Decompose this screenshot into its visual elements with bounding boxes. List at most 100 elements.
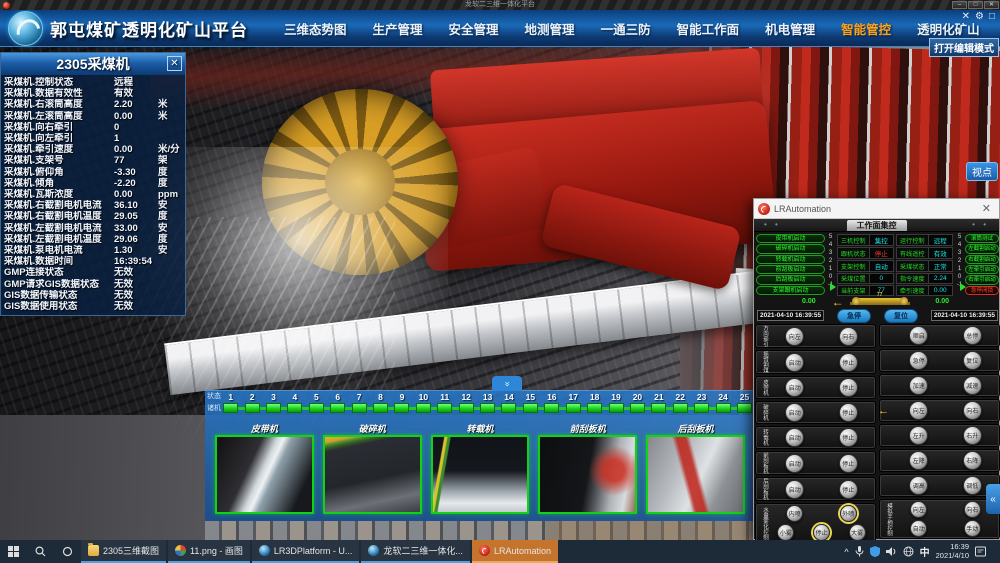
nav-item[interactable]: 一通三防 xyxy=(601,19,651,38)
channel-cell[interactable]: 16 xyxy=(541,392,562,413)
channel-cell[interactable]: 22 xyxy=(670,392,691,413)
device-start-button[interactable]: 后刮板启动 xyxy=(756,275,825,284)
channel-cell[interactable]: 3 xyxy=(263,392,284,413)
device-start-button[interactable]: 破碎机启动 xyxy=(756,244,825,253)
nav-item[interactable]: 智能工作面 xyxy=(677,19,740,38)
control-button[interactable]: 右升 xyxy=(963,426,982,445)
panel-collapse-tab[interactable]: « xyxy=(986,484,1000,514)
open-edit-mode-button[interactable]: 打开编辑模式 xyxy=(929,38,999,57)
control-button[interactable]: 左升 xyxy=(909,426,928,445)
control-button[interactable]: 小雾 xyxy=(777,524,794,541)
channel-cell[interactable]: 11 xyxy=(434,392,455,413)
network-globe-icon[interactable] xyxy=(903,546,914,557)
lr-close-icon[interactable]: ✕ xyxy=(978,202,995,215)
nav-item[interactable]: 三维态势图 xyxy=(284,19,347,38)
cutter-control-button[interactable]: 左牵引启动 xyxy=(965,265,999,274)
toolbar-icon[interactable]: ⚙ xyxy=(975,12,984,22)
control-button[interactable]: 外喷 xyxy=(840,505,857,522)
channel-cell[interactable]: 1 xyxy=(220,392,241,413)
channel-cell[interactable]: 7 xyxy=(348,392,369,413)
cutter-control-button[interactable]: 急停闭锁 xyxy=(965,286,999,295)
control-button[interactable]: 向左 xyxy=(910,501,927,518)
speaker-icon[interactable] xyxy=(886,546,897,557)
control-button[interactable]: 向右 xyxy=(963,401,982,420)
control-button[interactable]: 加速 xyxy=(909,376,928,395)
control-button[interactable]: 停止 xyxy=(839,428,858,447)
channel-cell[interactable]: 4 xyxy=(284,392,305,413)
control-button[interactable]: 减速 xyxy=(963,376,982,395)
control-button[interactable]: 左降 xyxy=(909,451,928,470)
control-button[interactable]: 调低 xyxy=(963,476,982,495)
control-button[interactable]: 停止 xyxy=(839,403,858,422)
control-button[interactable]: 停止 xyxy=(839,353,858,372)
search-icon[interactable] xyxy=(27,540,54,563)
task-view-icon[interactable] xyxy=(54,540,81,563)
channel-cell[interactable]: 12 xyxy=(455,392,476,413)
control-button[interactable]: 向左 xyxy=(909,401,928,420)
channel-cell[interactable]: 21 xyxy=(648,392,669,413)
ime-indicator[interactable]: 中 xyxy=(920,544,930,559)
tray-chevron-icon[interactable]: ^ xyxy=(844,547,848,557)
panel-close-icon[interactable]: ✕ xyxy=(167,56,182,71)
control-button[interactable]: 启动 xyxy=(785,454,804,473)
channel-cell[interactable]: 8 xyxy=(370,392,391,413)
camera-feed-video[interactable] xyxy=(215,435,314,514)
channel-cell[interactable]: 18 xyxy=(584,392,605,413)
device-start-button[interactable]: 转载机启动 xyxy=(756,255,825,264)
maximize-button[interactable]: □ xyxy=(968,1,983,9)
channel-cell[interactable]: 2 xyxy=(241,392,262,413)
channel-cell[interactable]: 25 xyxy=(734,392,755,413)
control-button[interactable]: 停止 xyxy=(839,378,858,397)
viewpoint-button[interactable]: 视点 xyxy=(966,162,998,181)
control-button[interactable]: 总停 xyxy=(963,326,982,345)
control-button[interactable]: 复位 xyxy=(963,351,982,370)
camera-feed-video[interactable] xyxy=(431,435,530,514)
taskbar-app-item[interactable]: 11.png - 画图 xyxy=(168,540,250,563)
channel-cell[interactable]: 17 xyxy=(563,392,584,413)
estop-pill-button[interactable]: 急停 xyxy=(837,309,871,323)
cutter-control-button[interactable]: 滚筒测试 xyxy=(965,234,999,243)
reset-pill-button[interactable]: 复位 xyxy=(884,309,918,323)
control-button[interactable]: 顺启 xyxy=(909,326,928,345)
channel-cell[interactable]: 23 xyxy=(691,392,712,413)
control-button[interactable]: 向右 xyxy=(839,327,858,346)
channel-cell[interactable]: 24 xyxy=(712,392,733,413)
channel-cell[interactable]: 6 xyxy=(327,392,348,413)
channel-cell[interactable]: 20 xyxy=(627,392,648,413)
taskbar-app-item[interactable]: 龙软二三维一体化... xyxy=(361,540,470,563)
start-button[interactable] xyxy=(0,540,27,563)
control-button[interactable]: 启动 xyxy=(785,378,804,397)
strip-collapse-button[interactable]: « xyxy=(492,376,522,391)
minimize-button[interactable]: – xyxy=(952,1,967,9)
camera-feed-video[interactable] xyxy=(538,435,637,514)
taskbar-app-item[interactable]: LRAutomation xyxy=(472,540,558,563)
nav-item[interactable]: 智能管控 xyxy=(841,19,891,38)
cutter-control-button[interactable]: 右牵引启动 xyxy=(965,275,999,284)
camera-feed-video[interactable] xyxy=(323,435,422,514)
control-button[interactable]: 内喷 xyxy=(786,505,803,522)
taskbar-app-item[interactable]: 2305三维截图 xyxy=(81,540,166,563)
control-button[interactable]: 向右 xyxy=(964,501,981,518)
microphone-icon[interactable] xyxy=(855,546,864,557)
control-button[interactable]: 向左 xyxy=(785,327,804,346)
cutter-control-button[interactable]: 右截割启动 xyxy=(965,255,999,264)
nav-item[interactable]: 机电管理 xyxy=(765,19,815,38)
tab-workface-control[interactable]: 工作面集控 xyxy=(847,220,907,231)
clock[interactable]: 16:39 2021/4/10 xyxy=(936,543,969,560)
toolbar-icon[interactable]: ✕ xyxy=(962,12,970,22)
control-button[interactable]: 调高 xyxy=(909,476,928,495)
device-start-button[interactable]: 支架跟机启动 xyxy=(756,286,825,295)
control-button[interactable]: 停止 xyxy=(813,524,830,541)
notification-center-icon[interactable] xyxy=(975,546,986,557)
channel-cell[interactable]: 15 xyxy=(520,392,541,413)
channel-cell[interactable]: 10 xyxy=(413,392,434,413)
lr-titlebar[interactable]: LRAutomation ✕ xyxy=(754,199,999,219)
control-button[interactable]: 停止 xyxy=(839,480,858,499)
channel-cell[interactable]: 14 xyxy=(498,392,519,413)
nav-item[interactable]: 生产管理 xyxy=(373,19,423,38)
security-shield-icon[interactable] xyxy=(870,546,880,557)
control-button[interactable]: 停止 xyxy=(839,454,858,473)
control-button[interactable]: 右降 xyxy=(963,451,982,470)
control-button[interactable]: 启动 xyxy=(785,428,804,447)
device-start-button[interactable]: 前刮板启动 xyxy=(756,265,825,274)
